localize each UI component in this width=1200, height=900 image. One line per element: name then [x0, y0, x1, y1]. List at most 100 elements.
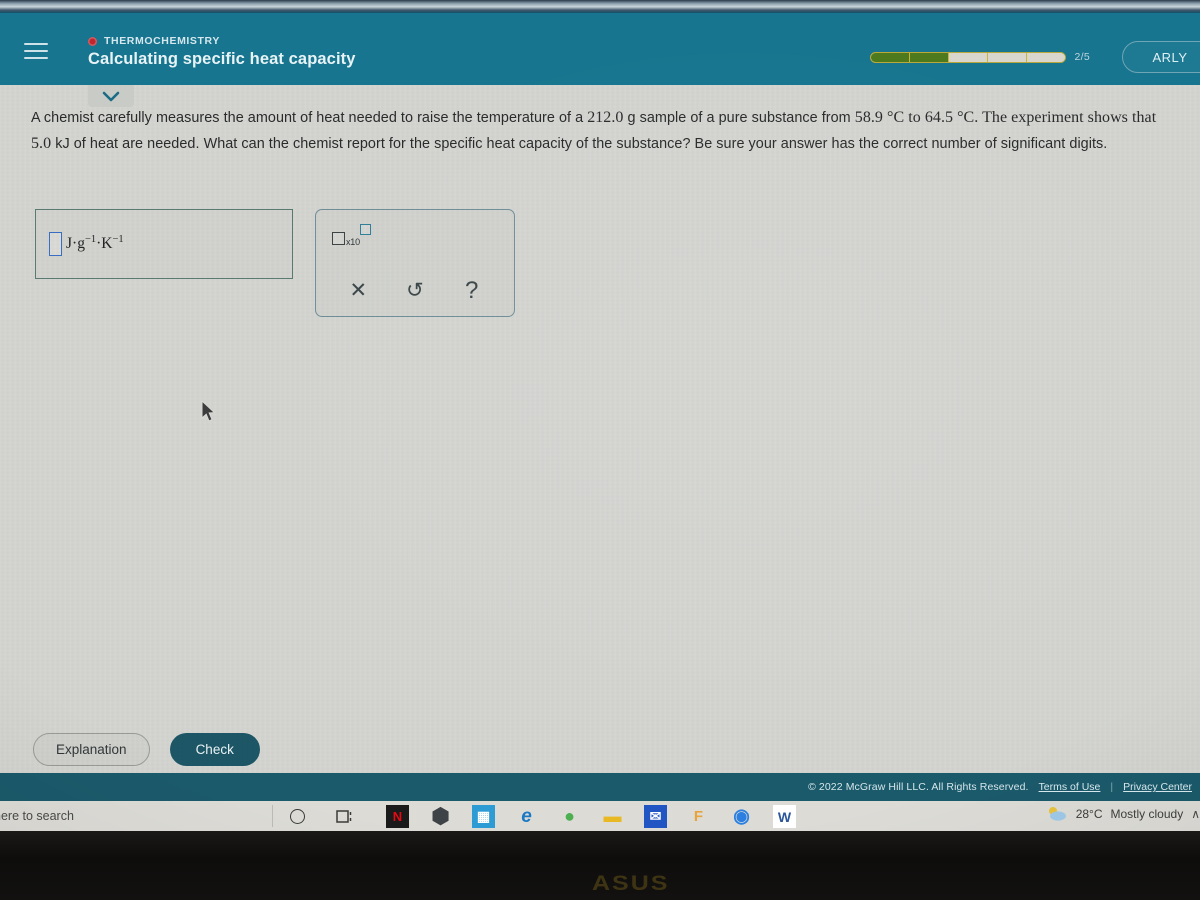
check-button[interactable]: Check: [169, 732, 260, 766]
word-glyph: W: [777, 808, 792, 825]
question-temp-end-value: 64.5: [924, 109, 954, 126]
edge-glyph: e: [521, 805, 532, 827]
explanation-button[interactable]: Explanation: [33, 732, 150, 766]
palette-bottom-row: ✕ ↺ ?: [316, 264, 514, 317]
hamburger-menu-icon[interactable]: [24, 43, 48, 59]
units-exponent-2: −1: [112, 234, 124, 246]
math-input-palette: x10 ✕ ↺ ?: [315, 209, 515, 317]
mantissa-placeholder-box: [332, 232, 345, 245]
mouse-cursor-icon: [200, 399, 218, 429]
user-account-label: ARLY: [1152, 49, 1188, 65]
monitor-top-bezel: [0, 0, 1200, 13]
tray-expand-chevron-icon[interactable]: ∧: [1191, 807, 1200, 821]
question-part-5: kJ of heat are needed. What can the chem…: [51, 136, 1108, 152]
foxit-reader-taskbar-icon[interactable]: F: [687, 805, 710, 828]
palette-top-row: x10: [316, 210, 514, 264]
microsoft-edge-taskbar-icon[interactable]: e: [515, 805, 538, 828]
asus-brand-logo: ASUS: [592, 871, 670, 895]
calculator-app-taskbar-icon[interactable]: ▦: [472, 805, 495, 828]
chrome-glyph: ●: [564, 806, 575, 826]
collapse-header-toggle[interactable]: [88, 85, 134, 107]
cortana-circle-icon[interactable]: [290, 809, 305, 824]
answer-input-box[interactable]: J·g−1·K−1: [35, 209, 293, 279]
question-part-1: A chemist carefully measures the amount …: [31, 110, 588, 126]
netflix-taskbar-icon[interactable]: N: [386, 805, 409, 828]
answer-input-field[interactable]: [49, 232, 62, 256]
windows-taskbar: here to search N ⬢ ▦ e ● ▬ ✉ F ◉ W 28°C …: [0, 801, 1200, 831]
terms-of-use-link[interactable]: Terms of Use: [1039, 781, 1101, 793]
page-title: Calculating specific heat capacity: [88, 50, 356, 68]
hexagon-app-taskbar-icon[interactable]: ⬢: [429, 805, 452, 828]
progress-segment-2: [909, 52, 949, 62]
progress-indicator: 2/5: [869, 51, 1091, 63]
question-temp-start-value: 58.9: [854, 109, 883, 126]
question-heat-value: 5.0: [31, 135, 52, 152]
mail-glyph: ✉: [649, 808, 662, 824]
calculator-glyph: ▦: [476, 808, 491, 824]
question-mass-value: 212.0: [587, 109, 624, 126]
question-area: A chemist carefully measures the amount …: [0, 105, 1200, 157]
answer-row: J·g−1·K−1 x10 ✕ ↺ ?: [0, 209, 1200, 317]
footer-separator: |: [1110, 781, 1114, 793]
netflix-glyph: N: [392, 809, 403, 824]
progress-segment-3: [948, 52, 988, 62]
header-text-group: THERMOCHEMISTRY Calculating specific hea…: [88, 35, 356, 69]
privacy-center-link[interactable]: Privacy Center: [1123, 781, 1192, 793]
scientific-notation-label: x10: [346, 237, 360, 247]
units-middle: ·K: [96, 235, 113, 253]
foxit-glyph: F: [693, 808, 704, 825]
question-part-2: g sample of a pure substance from: [623, 110, 855, 126]
progress-segment-5: [1026, 52, 1065, 62]
hamburger-line: [24, 43, 48, 45]
weather-sun-cloud-icon: [1046, 805, 1068, 823]
opera-taskbar-icon[interactable]: ◉: [730, 805, 753, 828]
action-bar: Explanation Check: [0, 725, 1200, 773]
taskbar-divider: [272, 805, 273, 827]
clear-button[interactable]: ✕: [342, 275, 374, 307]
file-explorer-taskbar-icon[interactable]: ▬: [601, 805, 624, 828]
app-header: THERMOCHEMISTRY Calculating specific hea…: [0, 13, 1200, 85]
question-part-4: °C. The experiment shows that: [953, 109, 1157, 126]
screen-content: THERMOCHEMISTRY Calculating specific hea…: [0, 13, 1200, 831]
topic-dot-icon: [88, 36, 97, 46]
progress-segment-4: [987, 52, 1027, 62]
scientific-notation-button[interactable]: x10: [332, 224, 371, 250]
progress-segment-1: [870, 52, 910, 62]
question-mark-icon: ?: [464, 276, 479, 304]
taskbar-search-input[interactable]: here to search: [0, 809, 74, 823]
progress-bar: [869, 51, 1066, 63]
task-view-icon[interactable]: [336, 809, 354, 829]
hexagon-glyph: ⬢: [431, 805, 450, 828]
progress-count-label: 2/5: [1074, 51, 1090, 63]
question-part-3: °C to: [882, 109, 925, 126]
help-button[interactable]: ?: [456, 275, 488, 307]
hamburger-line: [24, 50, 48, 52]
google-chrome-taskbar-icon[interactable]: ●: [558, 805, 581, 828]
weather-temperature[interactable]: 28°C: [1076, 807, 1103, 821]
opera-glyph: ◉: [733, 806, 750, 827]
question-text: A chemist carefully measures the amount …: [31, 105, 1166, 157]
folder-glyph: ▬: [603, 806, 622, 826]
weather-condition[interactable]: Mostly cloudy: [1111, 807, 1184, 821]
units-prefix: J·g: [66, 235, 85, 253]
microsoft-word-taskbar-icon[interactable]: W: [773, 805, 796, 828]
close-icon: ✕: [349, 279, 368, 302]
user-account-button[interactable]: ARLY: [1122, 41, 1200, 73]
explanation-button-label: Explanation: [56, 741, 127, 757]
system-tray: 28°C Mostly cloudy ∧: [1046, 805, 1200, 823]
undo-icon: ↺: [406, 279, 424, 302]
chevron-down-icon: [102, 91, 120, 101]
undo-button[interactable]: ↺: [399, 275, 431, 307]
units-exponent-1: −1: [84, 234, 97, 246]
check-button-label: Check: [195, 741, 234, 757]
answer-units-label: J·g−1·K−1: [66, 234, 124, 253]
topic-eyebrow: THERMOCHEMISTRY: [88, 35, 356, 47]
photographed-monitor-frame: THERMOCHEMISTRY Calculating specific hea…: [0, 0, 1200, 900]
taskbar-app-list: N ⬢ ▦ e ● ▬ ✉ F ◉ W: [386, 805, 796, 828]
monitor-bottom-bezel: ASUS: [0, 831, 1200, 900]
mail-taskbar-icon[interactable]: ✉: [644, 805, 667, 828]
topic-label: THERMOCHEMISTRY: [104, 35, 220, 47]
exponent-placeholder-box: [359, 224, 371, 235]
hamburger-line: [24, 57, 48, 59]
copyright-text: © 2022 McGraw Hill LLC. All Rights Reser…: [808, 781, 1029, 793]
